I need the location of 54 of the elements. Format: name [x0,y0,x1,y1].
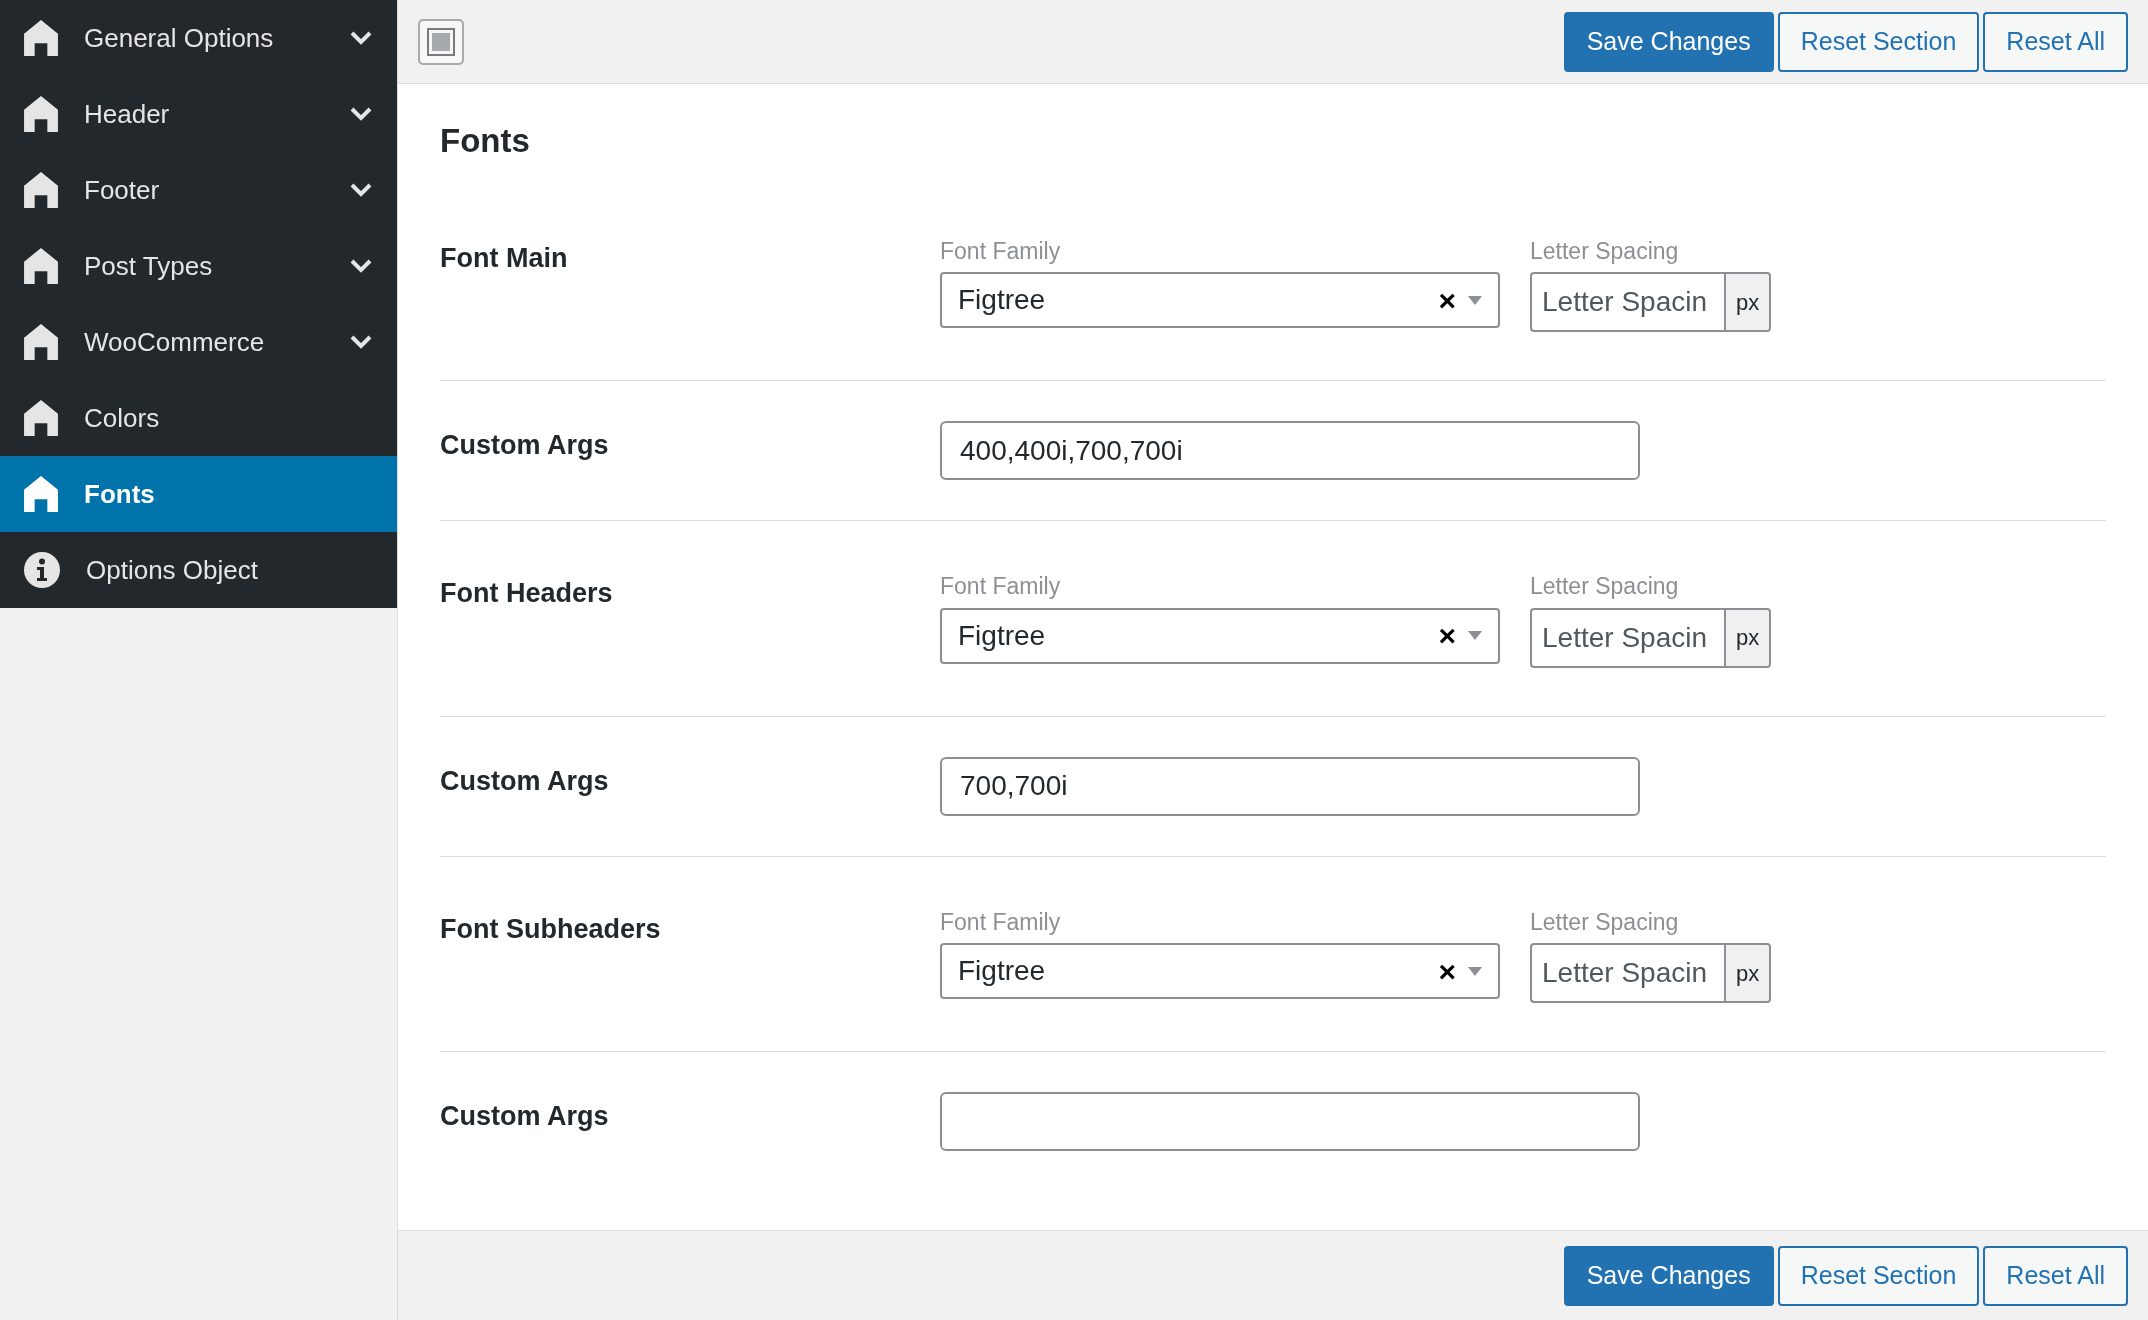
sidebar-item[interactable]: Post Types [0,228,397,304]
info-icon [24,552,60,588]
layout-toggle-icon[interactable] [418,18,464,65]
home-icon [24,248,58,284]
save-button[interactable]: Save Changes [1563,1245,1774,1306]
home-icon [24,324,58,360]
sidebar-item[interactable]: Options Object [0,532,397,608]
sidebar-item[interactable]: WooCommerce [0,304,397,380]
letter-spacing-input[interactable]: Letter Spacin [1530,607,1724,668]
letter-spacing-input[interactable]: Letter Spacin [1530,943,1724,1003]
unit-addon: px [1724,607,1772,668]
clear-icon[interactable]: × [1438,948,1456,994]
font-family-select[interactable]: Figtree × [940,607,1500,664]
section-title: Fonts [440,121,531,161]
clear-icon[interactable]: × [1438,277,1456,323]
sidebar-item[interactable]: Header [0,76,397,152]
reset-button[interactable]: Reset All [1983,1245,2128,1306]
field-caption: Font Family [940,236,1062,266]
unit-addon: px [1724,272,1772,332]
sidebar-item[interactable]: Footer [0,152,397,228]
caret-down-icon [1468,631,1482,640]
sidebar-item[interactable]: Fonts [0,456,397,532]
font-family-select[interactable]: Figtree × [940,272,1500,328]
reset-button[interactable]: Reset Section [1777,1245,1980,1306]
sidebar-item[interactable]: Colors [0,380,397,456]
field-label: Font Main [440,241,569,275]
font-family-select[interactable]: Figtree × [940,943,1500,999]
sidebar-item[interactable]: General Options [0,0,397,76]
reset-button[interactable]: Reset Section [1777,11,1980,72]
home-icon [24,476,58,512]
home-icon [24,400,58,436]
field-label: Custom Args [440,1100,610,1133]
home-icon [24,172,58,208]
clear-icon[interactable]: × [1438,613,1456,658]
caret-down-icon [1468,966,1482,976]
home-icon [24,96,58,132]
caret-down-icon [1468,295,1482,305]
field-caption: Font Family [940,572,1062,601]
custom-args-input[interactable]: 700,700i [940,756,1640,816]
field-label: Font Headers [440,577,614,610]
field-caption: Font Family [940,907,1062,937]
unit-addon: px [1724,943,1772,1003]
reset-button[interactable]: Reset All [1983,11,2128,72]
field-label: Font Subheaders [440,912,662,946]
field-label: Custom Args [440,764,610,798]
letter-spacing-input[interactable]: Letter Spacin [1530,272,1724,332]
field-label: Custom Args [440,429,610,462]
home-icon [24,20,58,56]
save-button[interactable]: Save Changes [1563,11,1774,72]
custom-args-input[interactable]: 400,400i,700,700i [940,421,1640,480]
custom-args-input[interactable] [940,1092,1640,1151]
field-caption: Letter Spacing [1530,907,1680,937]
field-caption: Letter Spacing [1530,236,1680,266]
field-caption: Letter Spacing [1530,572,1680,601]
